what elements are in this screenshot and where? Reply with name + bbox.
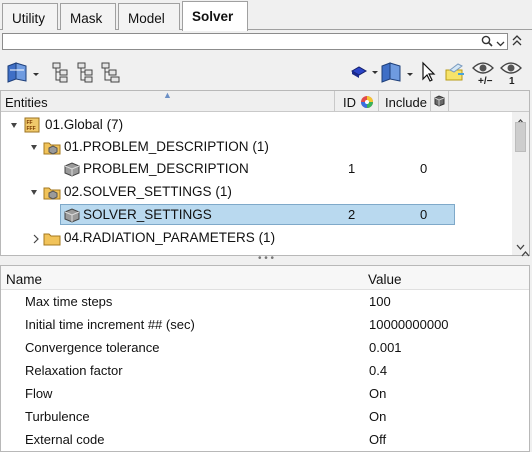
entity-cube-icon bbox=[63, 161, 81, 180]
property-row[interactable]: Convergence tolerance 0.001 bbox=[1, 336, 529, 359]
splitter-dots: • • • bbox=[257, 253, 275, 264]
property-value[interactable]: 0.001 bbox=[369, 340, 402, 355]
entity-view-icon[interactable] bbox=[6, 60, 40, 87]
chevron-down-icon[interactable] bbox=[496, 36, 505, 51]
collapse-panel-button[interactable] bbox=[511, 34, 523, 51]
property-name: Relaxation factor bbox=[25, 363, 123, 378]
tree-body: FF FFF 01.Global (7) 01.PROBLEM_DESCRIPTI… bbox=[1, 112, 511, 255]
folder-icon bbox=[43, 230, 61, 249]
collapse-toggle-icon[interactable] bbox=[29, 141, 39, 156]
property-name: Convergence tolerance bbox=[25, 340, 160, 355]
tree-row-id: 1 bbox=[348, 161, 356, 176]
tab-model[interactable]: Model bbox=[118, 3, 180, 30]
column-header-entities-label: Entities bbox=[5, 95, 48, 110]
property-name: Max time steps bbox=[25, 294, 113, 309]
select-cursor-icon[interactable] bbox=[420, 60, 436, 87]
tree-row-id: 2 bbox=[348, 207, 356, 222]
property-value[interactable]: On bbox=[369, 409, 386, 424]
property-value[interactable]: 0.4 bbox=[369, 363, 387, 378]
property-row[interactable]: Relaxation factor 0.4 bbox=[1, 359, 529, 382]
tree-expand-icon[interactable] bbox=[52, 60, 70, 87]
entity-view-right-icon[interactable] bbox=[380, 60, 414, 87]
entity-cube-icon bbox=[63, 207, 81, 226]
tree-header: Entities ▲ ID Include bbox=[1, 90, 529, 112]
property-row[interactable]: Turbulence On bbox=[1, 405, 529, 428]
tree-row-problem-description-folder[interactable]: 01.PROBLEM_DESCRIPTION (1) bbox=[1, 136, 511, 158]
tab-bar: Utility Mask Model Solver bbox=[0, 0, 532, 31]
expand-toggle-icon[interactable] bbox=[31, 232, 41, 247]
property-name: Initial time increment ## (sec) bbox=[25, 317, 195, 332]
properties-panel: Name Value Max time steps 100 Initial ti… bbox=[0, 265, 530, 452]
collapse-toggle-icon[interactable] bbox=[9, 119, 19, 134]
tree-row-label: 02.SOLVER_SETTINGS (1) bbox=[64, 184, 232, 199]
display-mode-icon[interactable] bbox=[350, 63, 380, 84]
column-header-id-label: ID bbox=[343, 95, 356, 110]
color-wheel-icon bbox=[360, 95, 374, 112]
property-row[interactable]: Max time steps 100 bbox=[1, 290, 529, 313]
tree-filter-icon[interactable] bbox=[101, 60, 121, 87]
folder-icon bbox=[43, 184, 61, 203]
tree-row-solver-settings-folder[interactable]: 02.SOLVER_SETTINGS (1) bbox=[1, 181, 511, 203]
sort-arrow-icon: ▲ bbox=[163, 90, 172, 100]
tree-row-radiation-parameters-folder[interactable]: 04.RADIATION_PARAMETERS (1) bbox=[1, 227, 511, 249]
scrollbar-thumb[interactable] bbox=[515, 122, 526, 152]
properties-header: Name Value bbox=[1, 266, 529, 290]
column-header-id[interactable]: ID bbox=[335, 91, 379, 112]
search-icon[interactable] bbox=[481, 35, 493, 50]
visibility-toggle-icon[interactable]: +/− bbox=[472, 60, 498, 89]
tree-row-partial bbox=[1, 250, 511, 255]
property-value[interactable]: 10000000000 bbox=[369, 317, 449, 332]
tree-row-problem-description[interactable]: PROBLEM_DESCRIPTION 1 0 bbox=[1, 158, 511, 180]
property-row[interactable]: Flow On bbox=[1, 382, 529, 405]
visibility-one-icon[interactable]: 1 bbox=[500, 60, 526, 89]
column-header-entities[interactable]: Entities ▲ bbox=[1, 90, 335, 112]
component-cube-icon bbox=[434, 95, 445, 110]
column-header-include[interactable]: Include bbox=[379, 91, 431, 112]
tab-utility-label: Utility bbox=[12, 11, 45, 26]
tab-mask[interactable]: Mask bbox=[60, 3, 116, 30]
search-input[interactable] bbox=[5, 34, 475, 49]
svg-text:1: 1 bbox=[509, 76, 515, 86]
tree-row-include: 0 bbox=[420, 161, 428, 176]
tree-row-label: SOLVER_SETTINGS bbox=[83, 207, 212, 222]
toolbar: +/− 1 bbox=[0, 56, 532, 90]
property-value[interactable]: 100 bbox=[369, 294, 391, 309]
folder-icon bbox=[43, 251, 61, 255]
property-row[interactable]: External code Off bbox=[1, 428, 529, 451]
tab-utility[interactable]: Utility bbox=[2, 3, 58, 30]
search-box bbox=[2, 33, 508, 50]
property-name: External code bbox=[25, 432, 105, 447]
tree-row-label: 04.RADIATION_PARAMETERS (1) bbox=[64, 230, 276, 245]
tree-row-solver-settings[interactable]: SOLVER_SETTINGS 2 0 bbox=[1, 204, 511, 226]
tree-row-label: 01.PROBLEM_DESCRIPTION (1) bbox=[64, 139, 269, 154]
tree-row-include: 0 bbox=[420, 207, 428, 222]
tab-solver-label: Solver bbox=[192, 9, 234, 24]
tree-collapse-icon[interactable] bbox=[77, 60, 95, 87]
tree-row-label: 01.Global (7) bbox=[45, 117, 124, 132]
clipboard-highlight-icon[interactable] bbox=[444, 60, 466, 87]
global-include-icon: FF FFF bbox=[24, 117, 40, 136]
tab-solver[interactable]: Solver bbox=[182, 1, 248, 31]
tree-row-label: PROBLEM_DESCRIPTION bbox=[83, 161, 249, 176]
folder-icon bbox=[43, 139, 61, 158]
property-value[interactable]: On bbox=[369, 386, 386, 401]
tree-row-global[interactable]: FF FFF 01.Global (7) bbox=[1, 114, 511, 136]
svg-text:+/−: +/− bbox=[478, 76, 493, 86]
column-header-include-label: Include bbox=[385, 95, 427, 110]
property-name: Turbulence bbox=[25, 409, 90, 424]
tab-mask-label: Mask bbox=[70, 11, 103, 26]
property-value[interactable]: Off bbox=[369, 432, 386, 447]
tab-model-label: Model bbox=[128, 11, 165, 26]
column-header-value[interactable]: Value bbox=[368, 272, 402, 287]
collapse-toggle-icon[interactable] bbox=[29, 186, 39, 201]
scroll-up-icon[interactable] bbox=[521, 249, 530, 259]
tree-scrollbar[interactable] bbox=[512, 112, 529, 255]
entity-tree-panel: Entities ▲ ID Include FF FFF 01.Global (… bbox=[0, 90, 530, 256]
panel-splitter[interactable]: • • • bbox=[0, 253, 532, 265]
property-row[interactable]: Initial time increment ## (sec) 10000000… bbox=[1, 313, 529, 336]
column-header-component[interactable] bbox=[431, 91, 449, 112]
property-name: Flow bbox=[25, 386, 53, 401]
svg-text:FFF: FFF bbox=[27, 126, 36, 132]
column-header-name[interactable]: Name bbox=[6, 272, 42, 287]
